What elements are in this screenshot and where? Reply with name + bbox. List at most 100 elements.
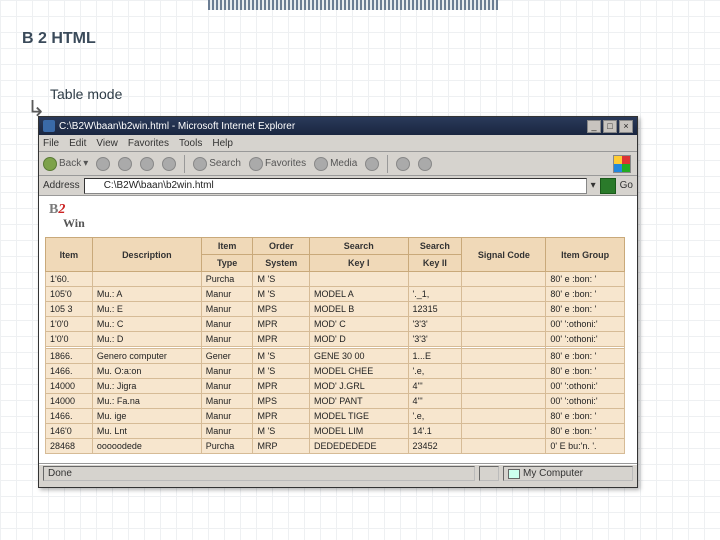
windows-logo-icon <box>613 155 631 173</box>
cell-item: 1466. <box>46 364 93 379</box>
cell-k1: DEDEDEDEDE <box>310 439 409 454</box>
media-icon <box>314 157 328 171</box>
cell-desc: Mu.: E <box>92 302 201 317</box>
menu-help[interactable]: Help <box>212 138 233 149</box>
cell-type: Purcha <box>201 439 253 454</box>
cell-desc: Mu. ige <box>92 409 201 424</box>
table-row[interactable]: 14000Mu.: Fa.naManurMPSMOD' PANT4'''00' … <box>46 394 625 409</box>
toolbar-separator <box>387 155 388 173</box>
logo-b: B <box>49 202 58 217</box>
close-button[interactable]: × <box>619 120 633 133</box>
search-icon <box>193 157 207 171</box>
address-input[interactable]: C:\B2W\baan\b2win.html <box>84 178 587 194</box>
logo-win: Win <box>63 216 627 231</box>
logo-two: 2 <box>58 202 65 217</box>
table-row[interactable]: 1'0'0Mu.: DManurMPRMOD' D'3'3'00' ':otho… <box>46 332 625 347</box>
cell-sig <box>462 287 546 302</box>
cell-order: MPR <box>253 332 310 347</box>
home-button[interactable] <box>162 157 176 171</box>
back-button[interactable]: Back ▾ <box>43 157 88 171</box>
table-row[interactable]: 1866.Genero computerGenerM 'SGENE 30 001… <box>46 349 625 364</box>
cell-desc: Mu.: C <box>92 317 201 332</box>
table-row[interactable]: 105'0Mu.: AManurM 'SMODEL A'._1,80' e :b… <box>46 287 625 302</box>
table-row[interactable]: 105 3Mu.: EManurMPSMODEL B1231580' e :bo… <box>46 302 625 317</box>
menubar: File Edit View Favorites Tools Help <box>39 135 637 152</box>
go-label: Go <box>620 180 633 191</box>
menu-view[interactable]: View <box>96 138 118 149</box>
cell-k2: '.e, <box>408 364 462 379</box>
cell-sig <box>462 349 546 364</box>
cell-item: 105'0 <box>46 287 93 302</box>
favorites-button[interactable]: Favorites <box>249 157 306 171</box>
cell-item: 1'0'0 <box>46 317 93 332</box>
cell-desc: Mu.: Jigra <box>92 379 201 394</box>
cell-grp: 00' ':othoni:' <box>546 379 625 394</box>
cell-k2: '.e, <box>408 409 462 424</box>
cell-sig <box>462 332 546 347</box>
cell-type: Manur <box>201 394 253 409</box>
cell-sig <box>462 409 546 424</box>
cell-desc: Mu.: Fa.na <box>92 394 201 409</box>
refresh-button[interactable] <box>140 157 154 171</box>
history-button[interactable] <box>365 157 379 171</box>
table-row[interactable]: 1'0'0Mu.: CManurMPRMOD' C'3'3'00' ':otho… <box>46 317 625 332</box>
chevron-down-icon: ▾ <box>83 158 88 169</box>
table-row[interactable]: 14000Mu.: JigraManurMPRMOD' J.GRL4'''00'… <box>46 379 625 394</box>
col-search-key2-1: Search <box>408 238 462 255</box>
maximize-button[interactable]: □ <box>603 120 617 133</box>
cell-item: 1'0'0 <box>46 332 93 347</box>
go-button[interactable] <box>600 178 616 194</box>
col-item: Item <box>46 238 93 272</box>
cell-k2: 14'.1 <box>408 424 462 439</box>
cell-order: MPR <box>253 379 310 394</box>
cell-grp: 80' e :bon: ' <box>546 302 625 317</box>
cell-k1: MODEL A <box>310 287 409 302</box>
cell-grp: 00' ':othoni:' <box>546 394 625 409</box>
cell-grp: 80' e :bon: ' <box>546 424 625 439</box>
table-row[interactable]: 1'60.PurchaM 'S80' e :bon: ' <box>46 272 625 287</box>
dropdown-icon[interactable]: ▾ <box>591 180 596 191</box>
page-content: B2 Win Item Description Item Order Searc… <box>39 196 637 464</box>
table-row[interactable]: 146'0Mu. LntManurM 'SMODEL LIM14'.180' e… <box>46 424 625 439</box>
titlebar[interactable]: C:\B2W\baan\b2win.html - Microsoft Inter… <box>39 117 637 135</box>
cell-sig <box>462 272 546 287</box>
search-button[interactable]: Search <box>193 157 241 171</box>
cell-desc: Mu.: D <box>92 332 201 347</box>
cell-k1 <box>310 272 409 287</box>
cell-k1: MOD' C <box>310 317 409 332</box>
media-button[interactable]: Media <box>314 157 357 171</box>
stop-button[interactable] <box>118 157 132 171</box>
cell-item: 28468 <box>46 439 93 454</box>
table-row[interactable]: 1466.Mu. O:a:onManurM 'SMODEL CHEE'.e,80… <box>46 364 625 379</box>
cell-k1: MOD' D <box>310 332 409 347</box>
cell-desc: Mu.: A <box>92 287 201 302</box>
cell-type: Manur <box>201 364 253 379</box>
menu-favorites[interactable]: Favorites <box>128 138 169 149</box>
minimize-button[interactable]: _ <box>587 120 601 133</box>
cell-k2: 23452 <box>408 439 462 454</box>
cell-sig <box>462 394 546 409</box>
print-button[interactable] <box>418 157 432 171</box>
table-row[interactable]: 28468ooooodedePurchaMRPDEDEDEDEDE234520'… <box>46 439 625 454</box>
cell-k2: 4''' <box>408 394 462 409</box>
cell-k1: MODEL LIM <box>310 424 409 439</box>
cell-k2: 12315 <box>408 302 462 317</box>
cell-k1: MODEL B <box>310 302 409 317</box>
mail-button[interactable] <box>396 157 410 171</box>
cell-type: Purcha <box>201 272 253 287</box>
menu-file[interactable]: File <box>43 138 59 149</box>
menu-edit[interactable]: Edit <box>69 138 86 149</box>
cell-grp: 80' e :bon: ' <box>546 364 625 379</box>
slide-title: B 2 HTML <box>22 30 96 48</box>
table-row[interactable]: 1466.Mu. igeManurMPRMODEL TIGE'.e,80' e … <box>46 409 625 424</box>
col-order-system-1: Order <box>253 238 310 255</box>
address-value: C:\B2W\baan\b2win.html <box>104 180 214 191</box>
slide-subtitle: Table mode <box>50 86 122 102</box>
menu-tools[interactable]: Tools <box>179 138 202 149</box>
toolbar-separator <box>184 155 185 173</box>
cell-desc: Mu. Lnt <box>92 424 201 439</box>
forward-button[interactable] <box>96 157 110 171</box>
computer-icon <box>508 469 520 479</box>
cell-desc <box>92 272 201 287</box>
window-title: C:\B2W\baan\b2win.html - Microsoft Inter… <box>59 121 587 132</box>
